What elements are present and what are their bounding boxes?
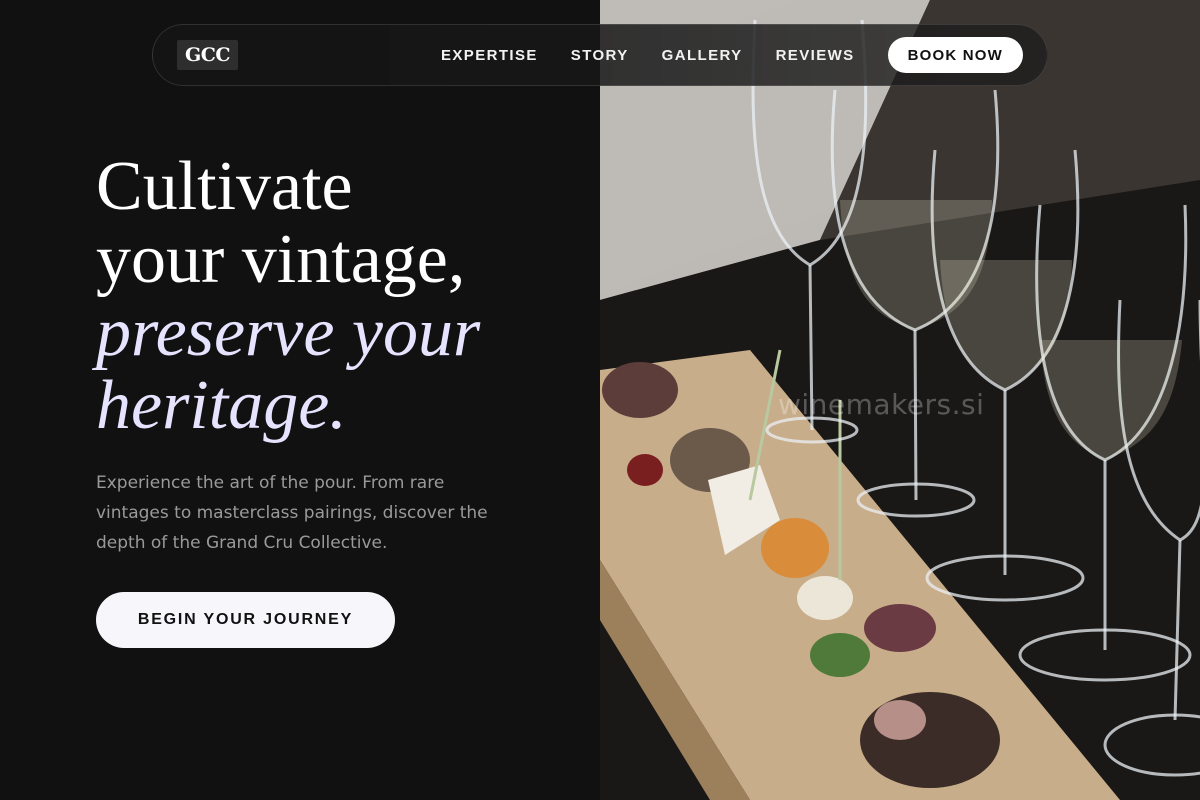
photo-watermark: winemakers.si [778, 388, 985, 421]
headline-line-1: Cultivate [96, 148, 353, 225]
top-navigation-bar: GCC EXPERTISE STORY GALLERY REVIEWS BOOK… [152, 24, 1048, 86]
headline-line-4: heritage. [96, 367, 347, 444]
hero-subtext: Experience the art of the pour. From rar… [96, 473, 488, 553]
nav-link-reviews[interactable]: REVIEWS [776, 47, 855, 64]
nav-links: EXPERTISE STORY GALLERY REVIEWS BOOK NOW [441, 37, 1023, 73]
book-now-button[interactable]: BOOK NOW [887, 37, 1023, 73]
nav-link-expertise[interactable]: EXPERTISE [441, 47, 538, 64]
hero-headline: Cultivate your vintage, preserve your he… [96, 150, 576, 442]
nav-link-gallery[interactable]: GALLERY [662, 47, 743, 64]
begin-journey-button[interactable]: BEGIN YOUR JOURNEY [96, 592, 395, 648]
headline-line-2: your vintage, [96, 221, 466, 298]
headline-line-3: preserve your [96, 294, 481, 371]
hero-photo: winemakers.si [600, 0, 1200, 800]
nav-link-story[interactable]: STORY [571, 47, 629, 64]
hero-content: Cultivate your vintage, preserve your he… [96, 150, 576, 575]
brand-logo[interactable]: GCC [177, 40, 238, 70]
